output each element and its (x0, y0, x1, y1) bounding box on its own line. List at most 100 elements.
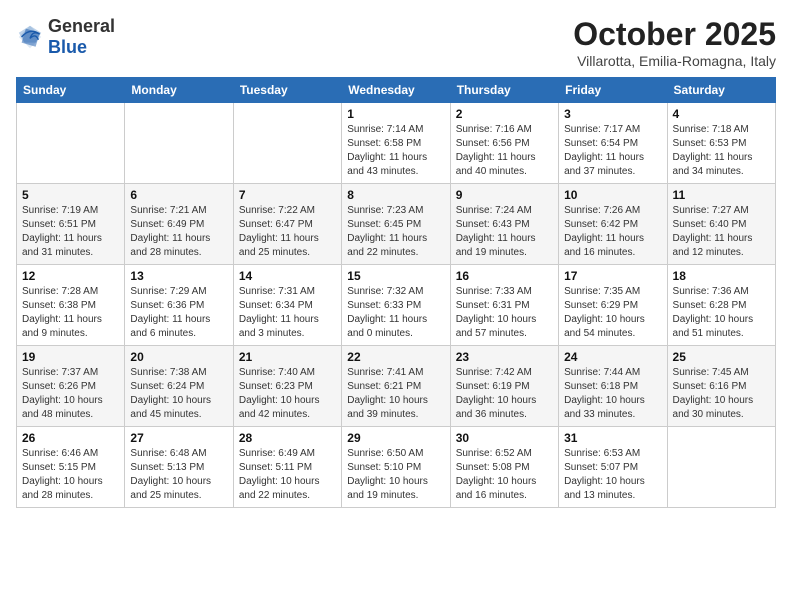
day-number: 23 (456, 350, 553, 364)
day-info: Sunrise: 7:31 AMSunset: 6:34 PMDaylight:… (239, 285, 336, 341)
calendar-cell (125, 103, 233, 184)
day-number: 5 (22, 188, 119, 202)
day-info: Sunrise: 7:17 AMSunset: 6:54 PMDaylight:… (564, 123, 661, 179)
day-number: 10 (564, 188, 661, 202)
day-info: Sunrise: 7:37 AMSunset: 6:26 PMDaylight:… (22, 366, 119, 422)
calendar-cell: 4 Sunrise: 7:18 AMSunset: 6:53 PMDaylight… (667, 103, 775, 184)
day-number: 15 (347, 269, 444, 283)
day-number: 2 (456, 107, 553, 121)
day-number: 26 (22, 431, 119, 445)
day-number: 28 (239, 431, 336, 445)
day-info: Sunrise: 7:27 AMSunset: 6:40 PMDaylight:… (673, 204, 770, 260)
logo: General Blue (16, 16, 115, 58)
calendar-cell: 5Sunrise: 7:19 AMSunset: 6:51 PMDaylight… (17, 184, 125, 265)
title-block: October 2025 Villarotta, Emilia-Romagna,… (573, 16, 776, 69)
day-number: 30 (456, 431, 553, 445)
day-number: 1 (347, 107, 444, 121)
calendar-cell: 21Sunrise: 7:40 AMSunset: 6:23 PMDayligh… (233, 346, 341, 427)
calendar-cell: 19 Sunrise: 7:37 AMSunset: 6:26 PMDayligh… (17, 346, 125, 427)
day-number: 3 (564, 107, 661, 121)
calendar-cell: 28 Sunrise: 6:49 AMSunset: 5:11 PMDayligh… (233, 427, 341, 508)
calendar-cell: 26 Sunrise: 6:46 AMSunset: 5:15 PMDayligh… (17, 427, 125, 508)
day-number: 7 (239, 188, 336, 202)
calendar-cell: 13 Sunrise: 7:29 AMSunset: 6:36 PMDayligh… (125, 265, 233, 346)
calendar-cell: 6Sunrise: 7:21 AMSunset: 6:49 PMDaylight… (125, 184, 233, 265)
day-number: 31 (564, 431, 661, 445)
calendar-cell: 30 Sunrise: 6:52 AMSunset: 5:08 PMDayligh… (450, 427, 558, 508)
calendar-cell: 17 Sunrise: 7:35 AMSunset: 6:29 PMDayligh… (559, 265, 667, 346)
day-info: Sunrise: 6:46 AMSunset: 5:15 PMDaylight:… (22, 447, 119, 503)
day-number: 6 (130, 188, 227, 202)
day-info: Sunrise: 7:40 AMSunset: 6:23 PMDaylight:… (239, 366, 336, 422)
calendar-cell: 20 Sunrise: 7:38 AMSunset: 6:24 PMDayligh… (125, 346, 233, 427)
day-info: Sunrise: 7:28 AMSunset: 6:38 PMDaylight:… (22, 285, 119, 341)
calendar-week-row: 26 Sunrise: 6:46 AMSunset: 5:15 PMDayligh… (17, 427, 776, 508)
day-number: 18 (673, 269, 770, 283)
calendar-cell: 16 Sunrise: 7:33 AMSunset: 6:31 PMDayligh… (450, 265, 558, 346)
day-info: Sunrise: 7:38 AMSunset: 6:24 PMDaylight:… (130, 366, 227, 422)
calendar-week-row: 5Sunrise: 7:19 AMSunset: 6:51 PMDaylight… (17, 184, 776, 265)
day-info: Sunrise: 7:35 AMSunset: 6:29 PMDaylight:… (564, 285, 661, 341)
calendar-table: SundayMondayTuesdayWednesdayThursdayFrid… (16, 77, 776, 508)
calendar-header-row: SundayMondayTuesdayWednesdayThursdayFrid… (17, 78, 776, 103)
calendar-cell: 9 Sunrise: 7:24 AMSunset: 6:43 PMDaylight… (450, 184, 558, 265)
day-info: Sunrise: 7:29 AMSunset: 6:36 PMDaylight:… (130, 285, 227, 341)
day-number: 20 (130, 350, 227, 364)
day-info: Sunrise: 6:52 AMSunset: 5:08 PMDaylight:… (456, 447, 553, 503)
day-number: 22 (347, 350, 444, 364)
calendar-cell: 3 Sunrise: 7:17 AMSunset: 6:54 PMDaylight… (559, 103, 667, 184)
logo-text: General Blue (48, 16, 115, 58)
logo-general: General (48, 16, 115, 36)
day-number: 11 (673, 188, 770, 202)
day-info: Sunrise: 6:50 AMSunset: 5:10 PMDaylight:… (347, 447, 444, 503)
calendar-cell: 12Sunrise: 7:28 AMSunset: 6:38 PMDayligh… (17, 265, 125, 346)
calendar-day-header: Tuesday (233, 78, 341, 103)
month-title: October 2025 (573, 16, 776, 53)
day-number: 9 (456, 188, 553, 202)
day-info: Sunrise: 7:22 AMSunset: 6:47 PMDaylight:… (239, 204, 336, 260)
calendar-cell: 31 Sunrise: 6:53 AMSunset: 5:07 PMDayligh… (559, 427, 667, 508)
calendar-cell: 2 Sunrise: 7:16 AMSunset: 6:56 PMDaylight… (450, 103, 558, 184)
calendar-week-row: 12Sunrise: 7:28 AMSunset: 6:38 PMDayligh… (17, 265, 776, 346)
day-number: 14 (239, 269, 336, 283)
calendar-body: 1Sunrise: 7:14 AMSunset: 6:58 PMDaylight… (17, 103, 776, 508)
calendar-day-header: Friday (559, 78, 667, 103)
day-number: 8 (347, 188, 444, 202)
day-number: 4 (673, 107, 770, 121)
day-info: Sunrise: 7:26 AMSunset: 6:42 PMDaylight:… (564, 204, 661, 260)
calendar-cell: 24 Sunrise: 7:44 AMSunset: 6:18 PMDayligh… (559, 346, 667, 427)
calendar-cell: 27Sunrise: 6:48 AMSunset: 5:13 PMDayligh… (125, 427, 233, 508)
calendar-day-header: Saturday (667, 78, 775, 103)
calendar-cell: 22 Sunrise: 7:41 AMSunset: 6:21 PMDayligh… (342, 346, 450, 427)
day-info: Sunrise: 7:16 AMSunset: 6:56 PMDaylight:… (456, 123, 553, 179)
calendar-week-row: 19 Sunrise: 7:37 AMSunset: 6:26 PMDayligh… (17, 346, 776, 427)
day-number: 17 (564, 269, 661, 283)
calendar-cell (667, 427, 775, 508)
calendar-cell: 1Sunrise: 7:14 AMSunset: 6:58 PMDaylight… (342, 103, 450, 184)
calendar-day-header: Monday (125, 78, 233, 103)
calendar-day-header: Sunday (17, 78, 125, 103)
day-info: Sunrise: 7:18 AMSunset: 6:53 PMDaylight:… (673, 123, 770, 179)
day-info: Sunrise: 7:44 AMSunset: 6:18 PMDaylight:… (564, 366, 661, 422)
day-info: Sunrise: 7:32 AMSunset: 6:33 PMDaylight:… (347, 285, 444, 341)
day-info: Sunrise: 7:24 AMSunset: 6:43 PMDaylight:… (456, 204, 553, 260)
calendar-day-header: Wednesday (342, 78, 450, 103)
day-info: Sunrise: 7:45 AMSunset: 6:16 PMDaylight:… (673, 366, 770, 422)
day-info: Sunrise: 7:42 AMSunset: 6:19 PMDaylight:… (456, 366, 553, 422)
day-info: Sunrise: 6:53 AMSunset: 5:07 PMDaylight:… (564, 447, 661, 503)
location-title: Villarotta, Emilia-Romagna, Italy (573, 53, 776, 69)
logo-blue: Blue (48, 37, 87, 57)
day-info: Sunrise: 7:41 AMSunset: 6:21 PMDaylight:… (347, 366, 444, 422)
day-number: 27 (130, 431, 227, 445)
calendar-cell: 11 Sunrise: 7:27 AMSunset: 6:40 PMDayligh… (667, 184, 775, 265)
day-info: Sunrise: 7:33 AMSunset: 6:31 PMDaylight:… (456, 285, 553, 341)
calendar-cell: 25Sunrise: 7:45 AMSunset: 6:16 PMDayligh… (667, 346, 775, 427)
calendar-cell (233, 103, 341, 184)
day-number: 16 (456, 269, 553, 283)
day-info: Sunrise: 6:49 AMSunset: 5:11 PMDaylight:… (239, 447, 336, 503)
day-number: 13 (130, 269, 227, 283)
day-number: 24 (564, 350, 661, 364)
day-number: 19 (22, 350, 119, 364)
calendar-cell: 29Sunrise: 6:50 AMSunset: 5:10 PMDayligh… (342, 427, 450, 508)
calendar-cell: 14 Sunrise: 7:31 AMSunset: 6:34 PMDayligh… (233, 265, 341, 346)
